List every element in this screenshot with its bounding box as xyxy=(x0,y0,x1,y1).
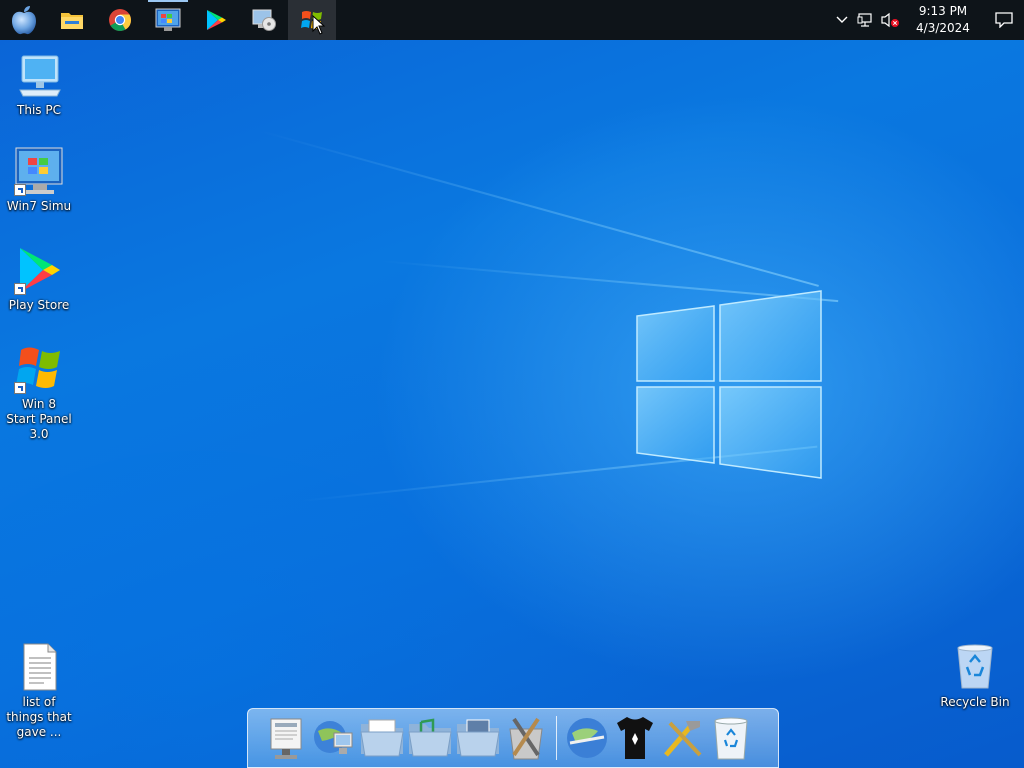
tshirt-icon xyxy=(617,717,653,759)
dock-item-documents[interactable] xyxy=(358,713,406,763)
taskbar-clock[interactable]: 9:13 PM 4/3/2024 xyxy=(906,3,980,37)
folder-icon xyxy=(61,13,83,29)
show-hidden-icons-button[interactable] xyxy=(830,0,854,40)
desktop-wallpaper xyxy=(0,0,1024,768)
dock-item-tshirt[interactable] xyxy=(611,713,659,763)
dock-separator xyxy=(556,716,557,760)
network-globe-icon xyxy=(314,721,353,754)
wallpaper-beam xyxy=(259,130,819,287)
dock-item-trash[interactable] xyxy=(707,713,755,763)
dock-item-network[interactable] xyxy=(310,713,358,763)
network-icon xyxy=(857,13,872,27)
speaker-muted-icon xyxy=(881,12,899,28)
recycle-bin-icon xyxy=(957,644,993,689)
desktop-icon-label: list of things that gave ... xyxy=(6,695,72,739)
desktop-icon-label: Win 8 Start Panel 3.0 xyxy=(6,397,72,441)
clock-date: 4/3/2024 xyxy=(916,21,970,35)
dock-item-pictures[interactable] xyxy=(454,713,502,763)
windows-logo-wallpaper xyxy=(636,290,822,479)
dock-item-preview[interactable] xyxy=(262,713,310,763)
taskbar-disc-tool[interactable] xyxy=(240,0,288,40)
taskbar-win7-simu[interactable] xyxy=(144,0,192,40)
chevron-up-icon xyxy=(836,16,848,23)
play-store-icon xyxy=(207,10,226,30)
action-center-button[interactable] xyxy=(984,0,1024,40)
shortcut-arrow-icon xyxy=(14,382,26,394)
volume-button[interactable] xyxy=(878,0,902,40)
disc-icon xyxy=(252,9,276,31)
taskbar-chrome[interactable] xyxy=(96,0,144,40)
dock-item-internet[interactable] xyxy=(563,713,611,763)
preview-icon xyxy=(270,718,302,759)
apple-icon xyxy=(12,6,36,35)
computer-icon xyxy=(19,55,61,97)
tools-icon xyxy=(664,721,702,757)
desktop-icon-win8-start-panel[interactable]: Win 8 Start Panel 3.0 xyxy=(1,344,77,442)
text-document-icon xyxy=(23,643,57,691)
desktop-icon-text-document[interactable]: list of things that gave ... xyxy=(1,642,77,740)
music-folder-icon xyxy=(408,718,452,757)
dock-item-tools[interactable] xyxy=(659,713,707,763)
shortcut-arrow-icon xyxy=(14,184,26,196)
utilities-icon xyxy=(509,717,543,760)
desktop-icon-recycle-bin[interactable]: Recycle Bin xyxy=(937,642,1013,710)
trash-icon xyxy=(714,717,748,760)
documents-folder-icon xyxy=(360,719,404,757)
network-status-button[interactable] xyxy=(854,0,878,40)
desktop-icon-this-pc[interactable]: This PC xyxy=(1,50,77,118)
chrome-icon xyxy=(109,9,131,31)
system-tray: 9:13 PM 4/3/2024 xyxy=(830,0,1024,40)
dock-bar xyxy=(247,708,779,768)
mouse-cursor-icon xyxy=(312,15,326,35)
taskbar-file-explorer[interactable] xyxy=(48,0,96,40)
internet-globe-icon xyxy=(567,718,607,758)
desktop-icon-label: This PC xyxy=(17,103,61,117)
clock-time: 9:13 PM xyxy=(918,4,968,18)
shortcut-arrow-icon xyxy=(14,283,26,295)
taskbar: 9:13 PM 4/3/2024 xyxy=(0,0,1024,40)
start-button[interactable] xyxy=(0,0,48,40)
notification-icon xyxy=(995,12,1013,28)
desktop-icon-win7-simu[interactable]: Win7 Simu xyxy=(1,146,77,214)
win7-simu-icon xyxy=(155,8,181,31)
dock-item-utilities[interactable] xyxy=(502,713,550,763)
pictures-folder-icon xyxy=(456,719,500,757)
desktop-icon-play-store[interactable]: Play Store xyxy=(1,245,77,313)
taskbar-play-store[interactable] xyxy=(192,0,240,40)
desktop-icon-label: Win7 Simu xyxy=(6,199,72,213)
dock-item-music[interactable] xyxy=(406,713,454,763)
desktop-icon-label: Play Store xyxy=(8,298,70,312)
desktop-icon-label: Recycle Bin xyxy=(940,695,1010,709)
